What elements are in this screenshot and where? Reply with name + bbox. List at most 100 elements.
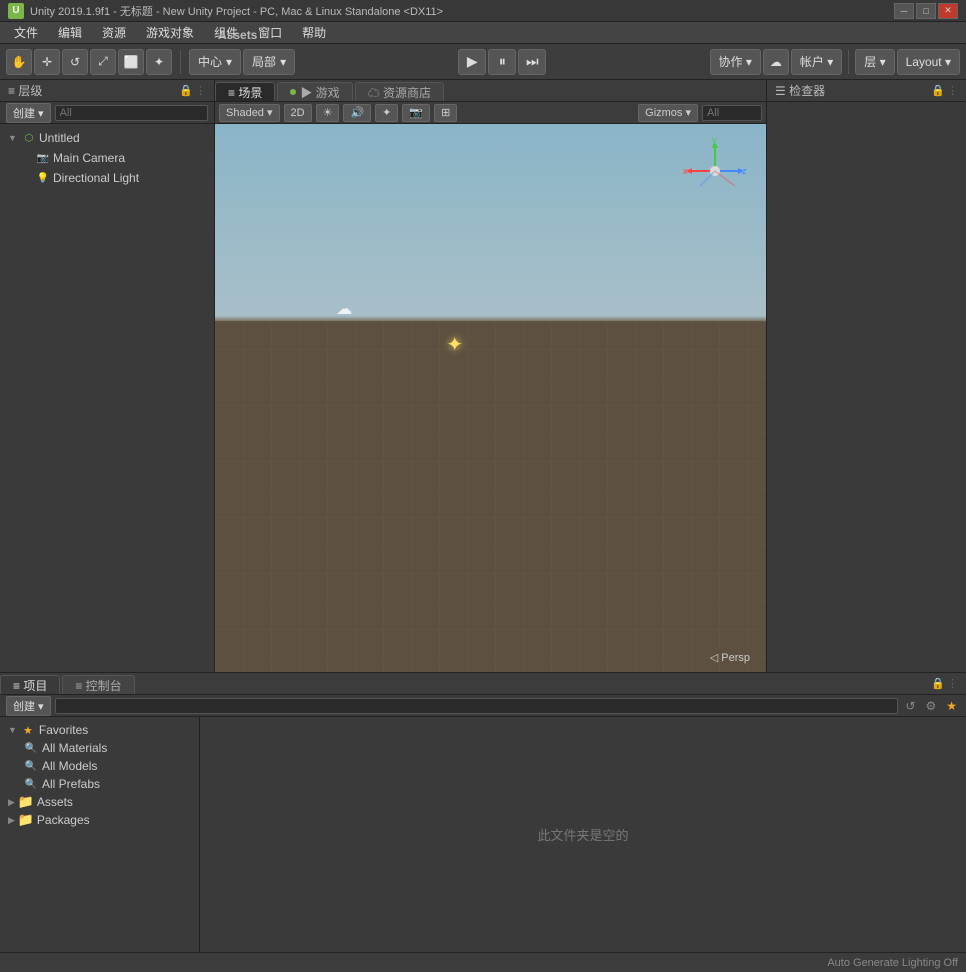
play-button[interactable]: ▶ — [458, 49, 486, 75]
close-button[interactable]: ✕ — [938, 3, 958, 19]
sun-icon: ✦ — [446, 332, 463, 357]
favorites-item[interactable]: ▼ ★ Favorites — [4, 721, 195, 739]
menu-edit[interactable]: 编辑 — [48, 22, 92, 43]
game-dot — [290, 89, 296, 95]
scene-viewport[interactable]: ✦ ☁ z x y — [215, 124, 766, 672]
sep1 — [180, 50, 181, 74]
tree-item-untitled[interactable]: ▼ ⬡ Untitled — [0, 128, 214, 148]
cloud-button[interactable]: ☁ — [763, 49, 789, 75]
play-controls: ▶ ⏸ ⏭ — [458, 49, 546, 75]
assets-arrow: ▶ — [8, 797, 15, 808]
all-models-label: All Models — [42, 759, 97, 773]
camera-icon-btn[interactable]: 📷 — [402, 104, 430, 122]
all-models-item[interactable]: 🔍 All Models — [20, 757, 195, 775]
bottom-area: ≡ 项目 ≡ 控制台 🔒 ⋮ 创建 ▾ ↺ ⚙ ★ ▼ ★ Fav — [0, 672, 966, 952]
account-dropdown[interactable]: 帐户 ▾ — [791, 49, 842, 75]
favorites-star-icon: ★ — [21, 723, 35, 737]
title-text: Unity 2019.1.9f1 - 无标题 - New Unity Proje… — [30, 3, 894, 19]
menu-gameobject[interactable]: 游戏对象 — [136, 22, 204, 43]
lock-icon[interactable]: 🔒 — [179, 84, 193, 97]
step-button[interactable]: ⏭ — [518, 49, 546, 75]
project-refresh-icon[interactable]: ↺ — [902, 698, 918, 714]
favorites-children: 🔍 All Materials 🔍 All Models 🔍 All Prefa… — [4, 739, 195, 793]
game-tab-label: ▶ 游戏 — [300, 84, 339, 101]
scene-ground — [215, 321, 766, 672]
pivot-tools: 中心 ▾ 局部 ▾ — [189, 49, 295, 75]
window-controls: ─ □ ✕ — [894, 3, 958, 19]
assets-tree-item[interactable]: ▶ 📁 Assets — [4, 793, 195, 811]
packages-label: Packages — [37, 813, 90, 827]
right-tools: 协作 ▾ ☁ 帐户 ▾ 层 ▾ Layout ▾ — [710, 49, 960, 75]
light-icon: 💡 — [36, 171, 50, 185]
favorites-label: Favorites — [39, 723, 88, 737]
packages-item[interactable]: ▶ 📁 Packages — [4, 811, 195, 829]
hand-tool-button[interactable]: ✋ — [6, 49, 32, 75]
kebab-icon[interactable]: ⋮ — [195, 84, 206, 97]
hierarchy-panel: ≡ 层级 🔒 ⋮ 创建 ▾ ▼ ⬡ Untitled — [0, 80, 215, 672]
game-tab[interactable]: ▶ 游戏 — [277, 82, 352, 101]
project-kebab-icon[interactable]: ⋮ — [947, 677, 958, 690]
scene-tab[interactable]: ≡ 场景 — [215, 82, 275, 101]
minimize-button[interactable]: ─ — [894, 3, 914, 19]
asset-store-label: ☁ 资源商店 — [368, 84, 431, 101]
tree-arrow-untitled: ▼ — [8, 133, 22, 143]
maximize-button[interactable]: □ — [916, 3, 936, 19]
console-tab[interactable]: ≡ 控制台 — [62, 675, 134, 694]
scene-toolbar: Shaded ▾ 2D ☀ 🔊 ✦ 📷 ⊞ Gizmos ▾ — [215, 102, 766, 124]
layers-dropdown[interactable]: 层 ▾ — [855, 49, 894, 75]
2d-button[interactable]: 2D — [284, 104, 312, 122]
transform-tool-button[interactable]: ✦ — [146, 49, 172, 75]
main-layout: ≡ 层级 🔒 ⋮ 创建 ▾ ▼ ⬡ Untitled — [0, 80, 966, 672]
center-dropdown[interactable]: 中心 ▾ — [189, 49, 241, 75]
menu-file[interactable]: 文件 — [4, 22, 48, 43]
pause-button[interactable]: ⏸ — [488, 49, 516, 75]
project-favorite-icon[interactable]: ★ — [943, 698, 960, 714]
project-create-button[interactable]: 创建 ▾ — [6, 696, 51, 716]
inspector-title: ☰ 检查器 — [775, 82, 931, 99]
project-lock-icon[interactable]: 🔒 — [931, 677, 945, 690]
menu-help[interactable]: 帮助 — [292, 22, 336, 43]
scene-search[interactable] — [702, 105, 762, 121]
move-tool-button[interactable]: ✛ — [34, 49, 60, 75]
all-prefabs-item[interactable]: 🔍 All Prefabs — [20, 775, 195, 793]
collab-dropdown[interactable]: 协作 ▾ — [710, 49, 761, 75]
all-materials-label: All Materials — [42, 741, 107, 755]
local-dropdown[interactable]: 局部 ▾ — [243, 49, 295, 75]
shaded-dropdown[interactable]: Shaded ▾ — [219, 104, 280, 122]
project-tab[interactable]: ≡ 项目 — [0, 675, 60, 694]
rect-tool-button[interactable]: ⬜ — [118, 49, 144, 75]
axis-gizmo[interactable]: z x y — [680, 136, 750, 206]
menu-assets[interactable]: 资源 — [92, 22, 136, 43]
models-search-icon: 🔍 — [24, 759, 38, 773]
audio-toggle[interactable]: 🔊 — [343, 104, 371, 122]
create-button[interactable]: 创建 ▾ — [6, 103, 51, 123]
materials-search-icon: 🔍 — [24, 741, 38, 755]
tree-item-main-camera[interactable]: 📷 Main Camera — [0, 148, 214, 168]
hierarchy-tree: ▼ ⬡ Untitled 📷 Main Camera — [0, 124, 214, 672]
scale-tool-button[interactable]: ⤢ — [90, 49, 116, 75]
light-toggle[interactable]: ☀ — [316, 104, 340, 122]
project-controls: 🔒 ⋮ — [923, 673, 966, 694]
unity-icon: U — [8, 3, 24, 19]
gizmos-dropdown[interactable]: Gizmos ▾ — [638, 104, 698, 122]
vr-btn[interactable]: ⊞ — [434, 104, 457, 122]
tree-item-directional-light[interactable]: 💡 Directional Light — [0, 168, 214, 188]
all-prefabs-label: All Prefabs — [42, 777, 100, 791]
prefabs-search-icon: 🔍 — [24, 777, 38, 791]
asset-store-tab[interactable]: ☁ 资源商店 — [355, 82, 444, 101]
layout-dropdown[interactable]: Layout ▾ — [897, 49, 960, 75]
inspector-lock-icon[interactable]: 🔒 — [931, 84, 945, 97]
hierarchy-toolbar: 创建 ▾ — [0, 102, 214, 124]
untitled-label: Untitled — [39, 131, 80, 145]
project-settings-icon[interactable]: ⚙ — [922, 698, 939, 714]
toolbar: ✋ ✛ ↺ ⤢ ⬜ ✦ 中心 ▾ 局部 ▾ ▶ ⏸ ⏭ 协作 ▾ ☁ 帐户 ▾ … — [0, 44, 966, 80]
project-search[interactable] — [55, 698, 899, 714]
packages-folder-icon: 📁 — [19, 813, 33, 827]
axis-svg: z x y — [680, 136, 750, 206]
all-materials-item[interactable]: 🔍 All Materials — [20, 739, 195, 757]
view-tabs: ≡ 场景 ▶ 游戏 ☁ 资源商店 — [215, 80, 766, 102]
inspector-kebab-icon[interactable]: ⋮ — [947, 84, 958, 97]
rotate-tool-button[interactable]: ↺ — [62, 49, 88, 75]
effect-toggle[interactable]: ✦ — [375, 104, 398, 122]
hierarchy-search[interactable] — [55, 105, 208, 121]
